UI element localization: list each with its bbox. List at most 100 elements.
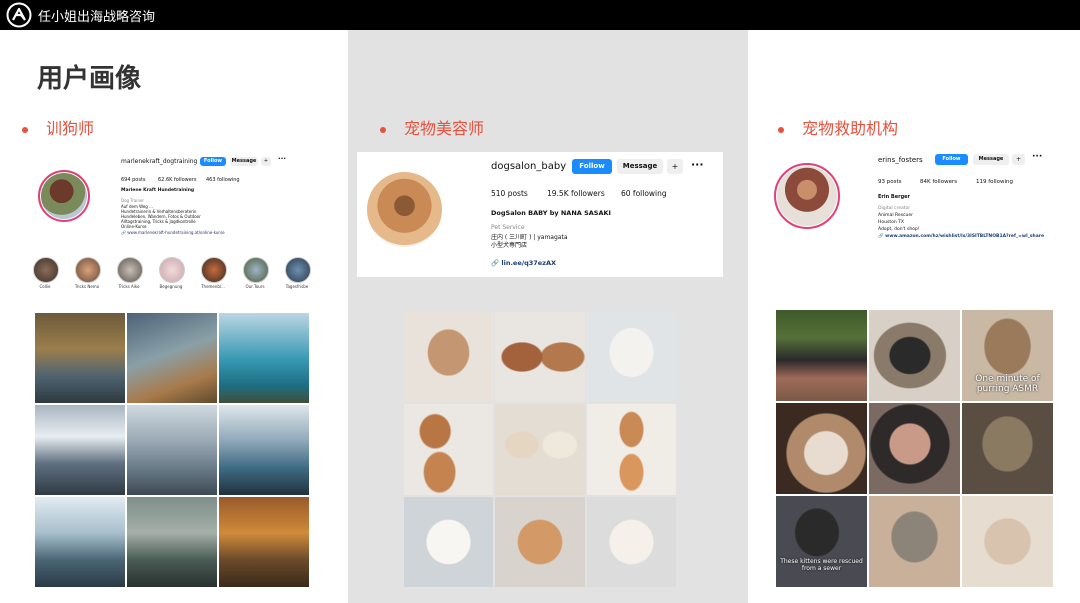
message-button[interactable]: Message xyxy=(973,154,1009,165)
bio-line: 小型犬専門店 xyxy=(491,242,528,249)
followers-count[interactable]: 62.6K followers xyxy=(158,177,196,183)
post-tile[interactable] xyxy=(962,496,1053,587)
profile-card-dog-trainer: marlenekraft_dogtraining Follow Message … xyxy=(30,150,315,295)
message-button[interactable]: Message xyxy=(617,159,663,174)
post-tile[interactable] xyxy=(869,310,960,401)
post-tile[interactable] xyxy=(404,404,494,495)
page-title: 用户画像 xyxy=(37,64,142,94)
display-name: Marlene Kraft Hundetraining xyxy=(121,188,195,193)
post-tile[interactable]: These kittens were rescued from a sewer xyxy=(776,496,867,587)
section-heading-rescue-org: 宠物救助机构 xyxy=(778,115,898,139)
post-tile[interactable] xyxy=(495,404,585,495)
post-tile[interactable] xyxy=(35,405,125,495)
highlight-circle[interactable] xyxy=(159,257,185,283)
highlight-circle[interactable] xyxy=(285,257,311,283)
section-heading-dog-trainer: 训狗师 xyxy=(22,115,94,139)
highlight-circle[interactable] xyxy=(75,257,101,283)
link-text: www.marlenekraft-hundetraining.at/online… xyxy=(127,230,225,235)
bullet-dot xyxy=(380,126,386,133)
highlight-label: Collie xyxy=(39,284,51,289)
section-label: 训狗师 xyxy=(46,119,95,138)
category: Digital creator xyxy=(878,206,911,211)
post-tile[interactable] xyxy=(776,310,867,401)
following-count[interactable]: 60 following xyxy=(621,189,667,198)
bio-link[interactable]: 🔗 lin.ee/q37ezAX xyxy=(491,259,556,267)
post-tile[interactable] xyxy=(35,497,125,587)
more-icon[interactable]: ··· xyxy=(278,155,286,163)
bio-link[interactable]: 🔗 www.amazon.com/hz/wishlist/ls/3ISITBLT… xyxy=(878,234,1044,239)
highlight-circle[interactable] xyxy=(33,257,59,283)
profile-card-pet-groomer: dogsalon_baby Follow Message + ··· 510 p… xyxy=(357,152,723,277)
highlight-circle[interactable] xyxy=(117,257,143,283)
more-icon[interactable]: ··· xyxy=(691,158,704,171)
follow-button[interactable]: Follow xyxy=(572,159,612,174)
post-tile[interactable] xyxy=(962,403,1053,494)
link-text: lin.ee/q37ezAX xyxy=(501,259,557,267)
post-tile[interactable] xyxy=(869,496,960,587)
post-tile[interactable] xyxy=(586,312,676,403)
avatar[interactable] xyxy=(367,172,442,247)
post-tile[interactable] xyxy=(495,496,585,587)
post-tile[interactable] xyxy=(586,496,676,587)
highlight-circle[interactable] xyxy=(243,257,269,283)
add-user-icon[interactable]: + xyxy=(1012,154,1025,165)
add-user-icon[interactable]: + xyxy=(261,157,271,166)
following-count[interactable]: 119 following xyxy=(976,179,1013,185)
highlight-label: Tricks Nemo xyxy=(74,284,100,289)
post-tile[interactable] xyxy=(869,403,960,494)
category: Dog Trainer xyxy=(121,198,145,203)
video-caption: One minute of purring ASMR xyxy=(975,374,1040,394)
post-tile[interactable] xyxy=(404,312,494,403)
post-tile[interactable] xyxy=(127,405,217,495)
bio-line: Houston TX xyxy=(878,220,904,225)
followers-count[interactable]: 19.5K followers xyxy=(547,189,605,198)
section-label: 宠物美容师 xyxy=(404,119,485,138)
post-tile[interactable] xyxy=(495,312,585,403)
post-tile[interactable] xyxy=(586,404,676,495)
post-tile[interactable] xyxy=(127,313,217,403)
section-heading-pet-groomer: 宠物美容师 xyxy=(380,115,484,139)
post-tile[interactable] xyxy=(404,496,494,587)
top-bar: 任小姐出海战略咨询 xyxy=(0,0,1080,30)
brand-logo-icon xyxy=(6,2,32,28)
highlight-label: Tricks Aiko xyxy=(118,284,140,289)
post-tile[interactable] xyxy=(219,313,309,403)
post-tile[interactable] xyxy=(219,405,309,495)
highlight-label: Begegnung xyxy=(159,284,183,289)
avatar[interactable] xyxy=(38,170,90,222)
post-grid-rescue-org: One minute of purring ASMR These kittens… xyxy=(776,310,1053,587)
highlight-circle[interactable] xyxy=(201,257,227,283)
post-tile[interactable]: One minute of purring ASMR xyxy=(962,310,1053,401)
username: erins_fosters xyxy=(878,156,923,164)
post-tile[interactable] xyxy=(219,497,309,587)
post-tile[interactable] xyxy=(776,403,867,494)
add-user-icon[interactable]: + xyxy=(667,159,683,174)
category: Pet Service xyxy=(491,224,525,231)
follow-button[interactable]: Follow xyxy=(200,157,226,166)
avatar[interactable] xyxy=(774,163,840,229)
highlight-label: Themenbl... xyxy=(201,284,225,289)
link-text: www.amazon.com/hz/wishlist/ls/3ISITBLTNO… xyxy=(885,234,1045,239)
video-caption: These kittens were rescued from a sewer xyxy=(780,558,863,572)
username: dogsalon_baby xyxy=(491,161,567,172)
post-tile[interactable] xyxy=(35,313,125,403)
link-icon: 🔗 xyxy=(491,259,502,267)
post-tile[interactable] xyxy=(127,497,217,587)
post-grid-dog-trainer xyxy=(35,313,309,587)
more-icon[interactable]: ··· xyxy=(1032,152,1042,162)
followers-count[interactable]: 84K followers xyxy=(920,179,957,185)
highlight-label: Our Tours xyxy=(245,284,265,289)
profile-card-rescue-org: erins_fosters Follow Message + ··· 93 po… xyxy=(768,148,1068,248)
bio-line: Animal Rescuer xyxy=(878,213,913,218)
section-label: 宠物救助机构 xyxy=(802,119,899,138)
bio-link[interactable]: 🔗 www.marlenekraft-hundetraining.at/onli… xyxy=(121,230,225,235)
bio-line: Adopt, don't shop! xyxy=(878,227,920,232)
posts-count: 93 posts xyxy=(878,179,902,185)
follow-button[interactable]: Follow xyxy=(935,154,968,165)
post-grid-pet-groomer xyxy=(404,312,676,587)
message-button[interactable]: Message xyxy=(230,157,258,166)
brand-name: 任小姐出海战略咨询 xyxy=(38,10,156,25)
display-name: Erin Berger xyxy=(878,194,910,200)
bullet-dot xyxy=(778,126,784,133)
following-count[interactable]: 463 following xyxy=(206,177,240,183)
